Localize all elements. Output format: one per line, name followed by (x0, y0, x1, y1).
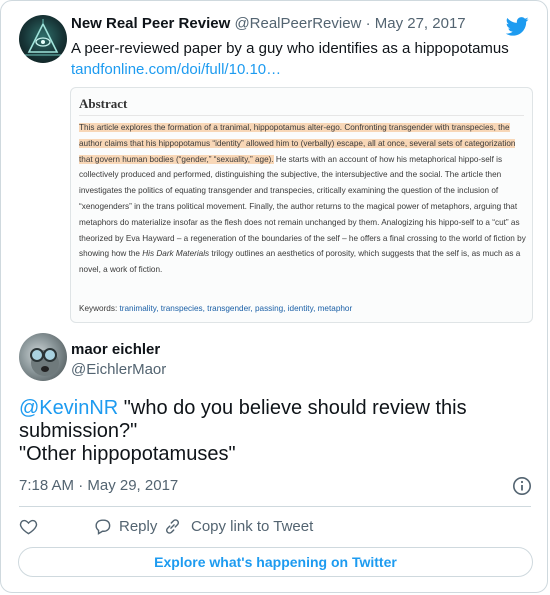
quoted-display-name[interactable]: New Real Peer Review (71, 15, 230, 32)
quoted-avatar[interactable] (19, 15, 67, 63)
link-icon (166, 519, 179, 534)
reply-button[interactable]: Reply (79, 516, 159, 538)
reply-icon (95, 519, 111, 535)
tweet-line-2: submission?" (19, 420, 138, 442)
quoted-date[interactable]: May 27, 2017 (375, 15, 466, 32)
abstract-divider (79, 115, 524, 116)
abstract-keywords: Keywords: tranimality, transpecies, tran… (79, 304, 352, 313)
actions-divider (19, 506, 531, 507)
info-icon[interactable] (512, 476, 532, 496)
like-button[interactable] (19, 516, 43, 538)
quoted-separator: · (365, 15, 371, 32)
keywords-label: Keywords: (79, 304, 120, 313)
copy-link-label: Copy link to Tweet (191, 518, 314, 535)
abstract-body: This article explores the formation of a… (79, 120, 531, 278)
main-display-name[interactable]: maor eichler (71, 341, 160, 358)
eye-pyramid-icon (25, 19, 61, 56)
heart-icon (19, 519, 38, 535)
mention-link[interactable]: @KevinNR (19, 397, 118, 419)
keywords-list: tranimality, transpecies, transgender, p… (119, 304, 353, 313)
main-avatar[interactable] (19, 333, 67, 381)
abstract-image[interactable]: Abstract This article explores the forma… (70, 87, 533, 323)
explore-twitter-button[interactable]: Explore what's happening on Twitter (18, 547, 533, 577)
tweet-line-3: "Other hippopotamuses" (19, 443, 236, 465)
main-tweet-text: @KevinNR "who do you believe should revi… (19, 397, 529, 466)
tweet-line-1-text: "who do you believe should review this (118, 397, 467, 419)
quoted-handle[interactable]: @RealPeerReview (234, 15, 361, 32)
abstract-text-a: He starts with an account of how his met… (79, 154, 526, 259)
copy-link-button[interactable]: Copy link to Tweet (163, 516, 343, 538)
reply-label: Reply (119, 518, 158, 535)
quoted-header: New Real Peer Review @RealPeerReview · M… (71, 15, 499, 32)
main-handle[interactable]: @EichlerMaor (71, 361, 166, 378)
goggles-dog-avatar-icon (30, 348, 59, 376)
tweet-line-1: @KevinNR "who do you believe should revi… (19, 397, 529, 420)
tweet-timestamp[interactable]: 7:18 AM · May 29, 2017 (19, 477, 178, 494)
tweet-embed-card: New Real Peer Review @RealPeerReview · M… (0, 0, 548, 593)
quoted-text: A peer-reviewed paper by a guy who ident… (71, 40, 509, 57)
abstract-title: Abstract (79, 96, 128, 111)
twitter-bird-icon[interactable] (506, 17, 529, 36)
abstract-italic-title: His Dark Materials (142, 249, 210, 259)
quoted-link[interactable]: tandfonline.com/doi/full/10.10… (71, 60, 281, 80)
